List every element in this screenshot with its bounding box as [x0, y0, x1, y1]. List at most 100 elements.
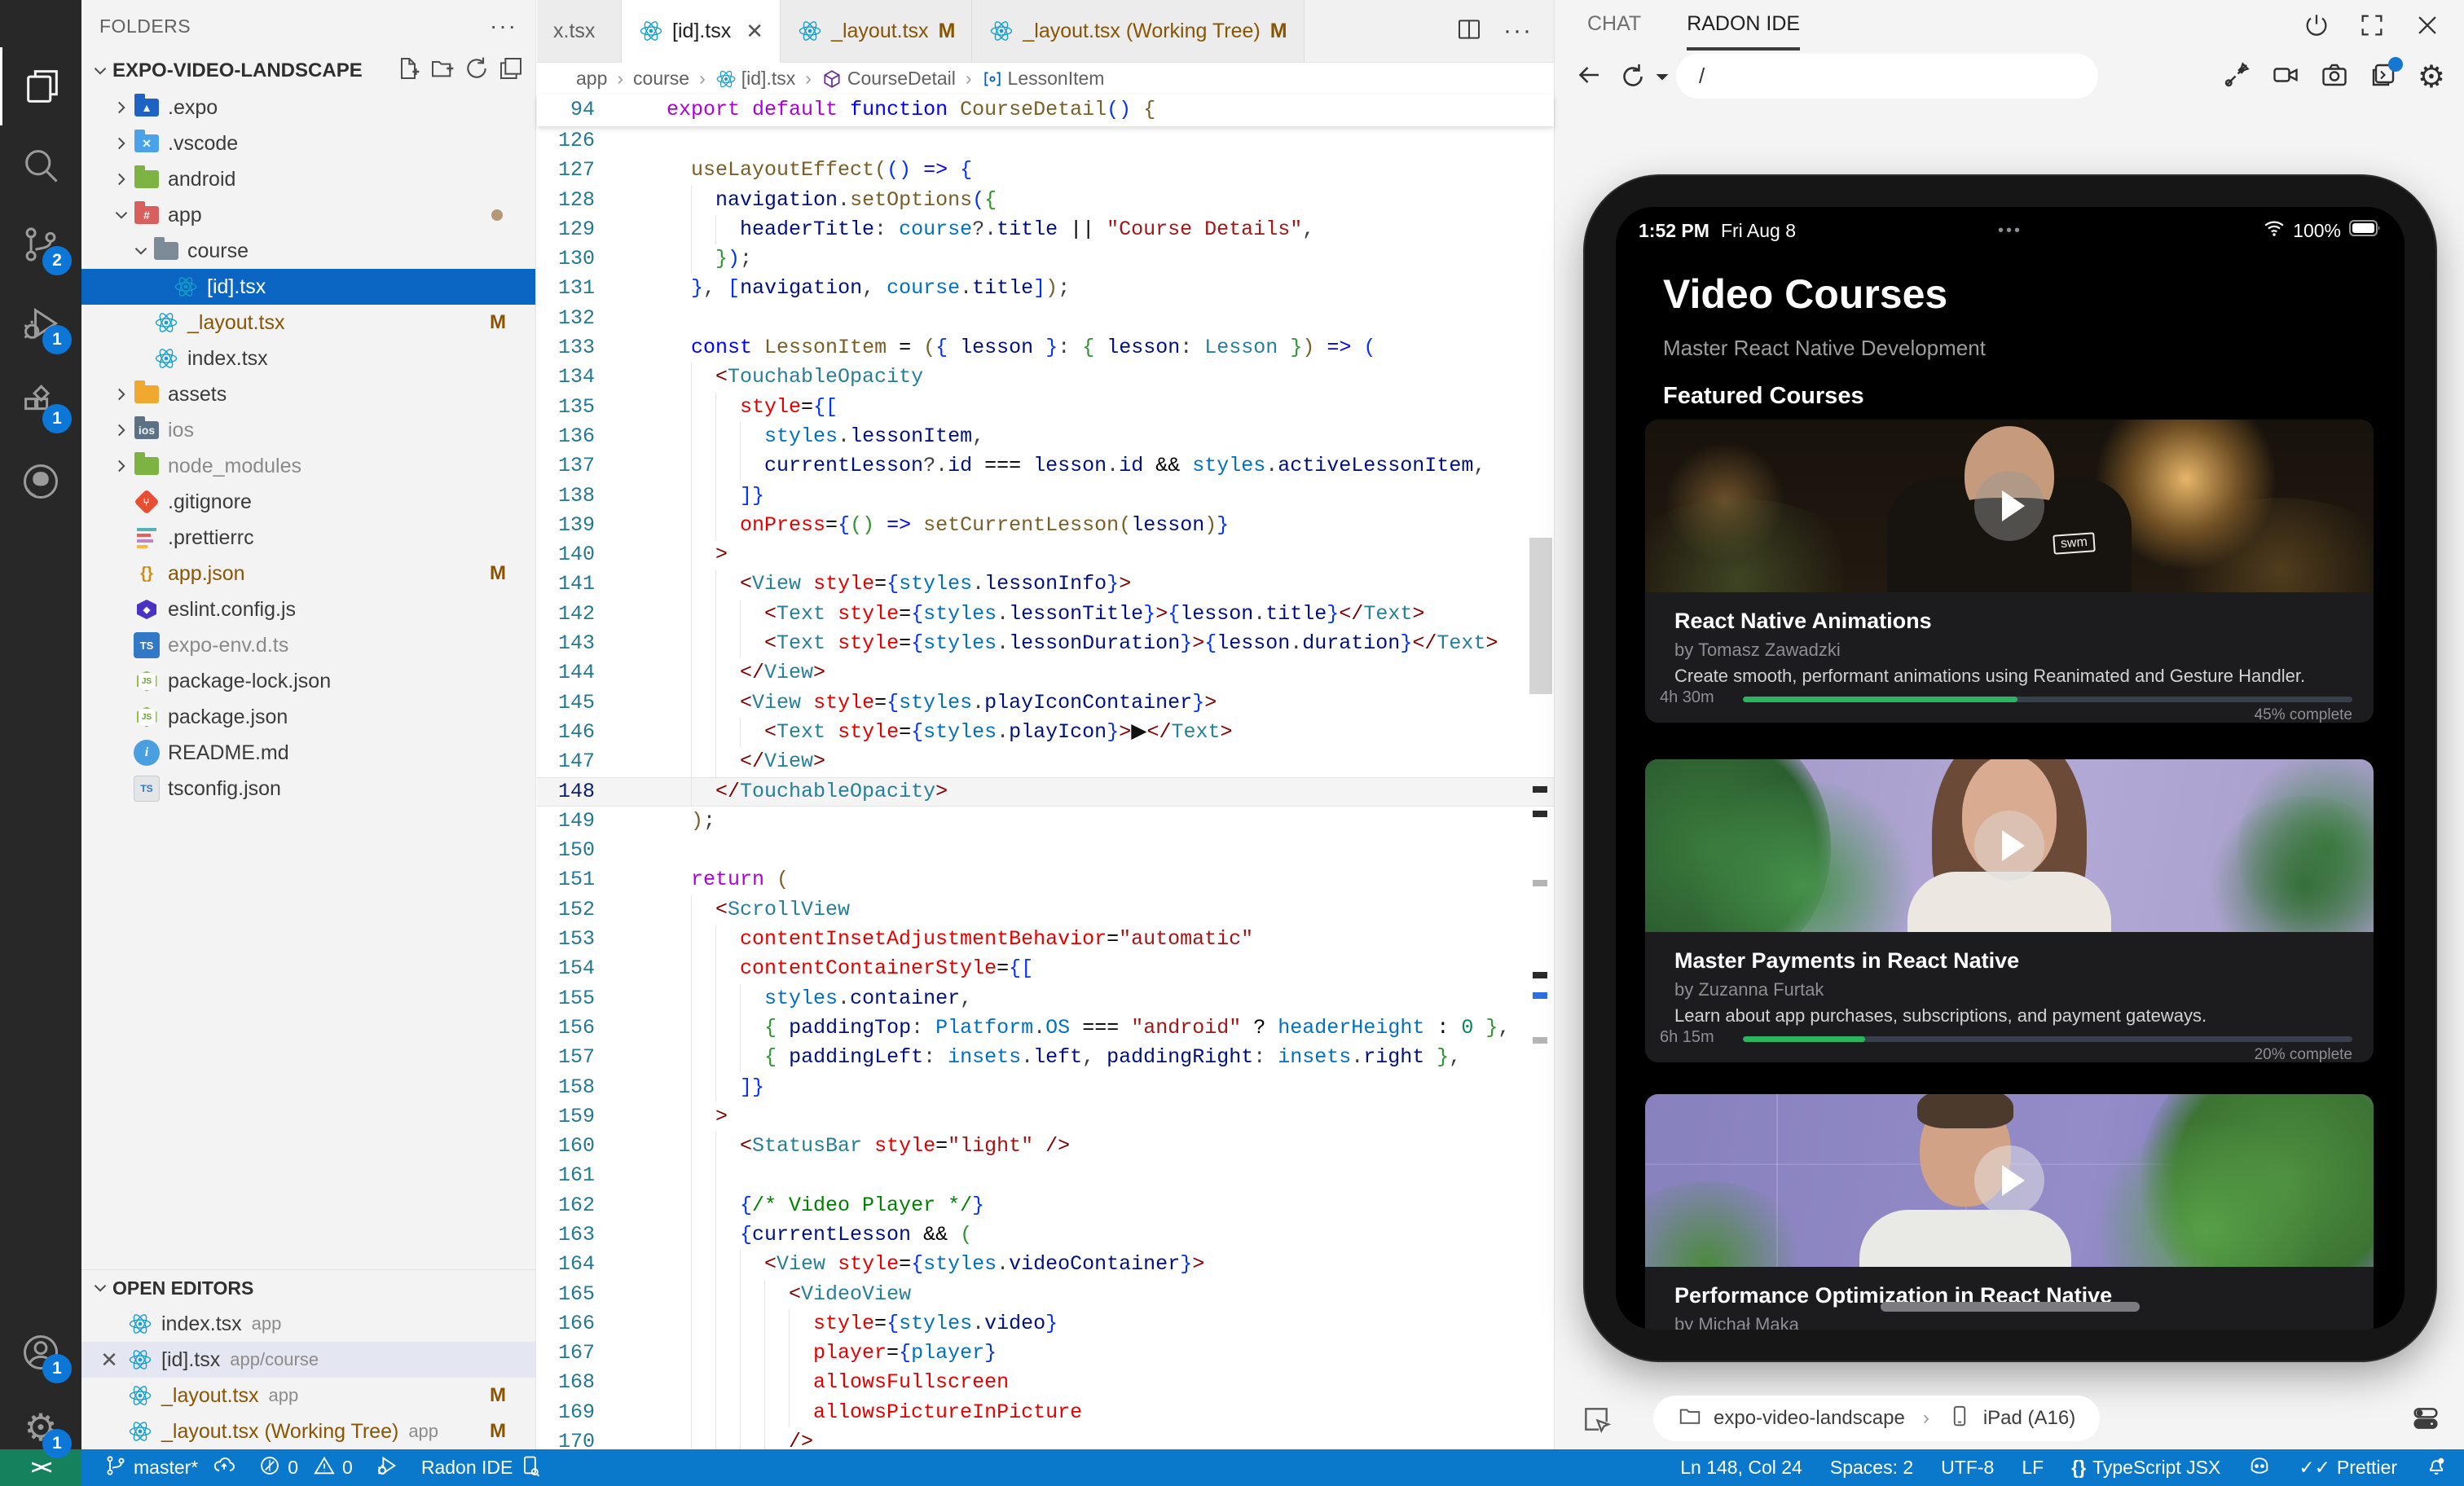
layout-toggle-icon[interactable]: [2409, 1402, 2442, 1439]
open-editor-index.tsx[interactable]: index.tsxapp: [81, 1306, 535, 1342]
tree-item-.prettierrc[interactable]: .prettierrc: [81, 520, 535, 556]
project-root-row[interactable]: EXPO-VIDEO-LANDSCAPE: [81, 52, 535, 90]
code-line-166[interactable]: 166 style={styles.video}: [537, 1309, 1554, 1339]
inspect-element-icon[interactable]: [1581, 1404, 1612, 1439]
tree-item-course[interactable]: course: [81, 233, 535, 269]
code-line-130[interactable]: 130 });: [537, 244, 1554, 274]
play-overlay-icon[interactable]: [1974, 471, 2044, 541]
language-mode[interactable]: {}TypeScript JSX: [2071, 1457, 2220, 1479]
panel-tab-CHAT[interactable]: CHAT: [1587, 0, 1641, 51]
record-video-icon[interactable]: [2271, 60, 2300, 94]
code-line-138[interactable]: 138 ]}: [537, 481, 1554, 511]
tree-item-.gitignore[interactable]: ⑂.gitignore: [81, 484, 535, 520]
open-editor-[id].tsx[interactable]: ✕[id].tsxapp/course: [81, 1342, 535, 1378]
debug-console-icon[interactable]: [2369, 60, 2398, 94]
code-line-156[interactable]: 156 { paddingTop: Platform.OS === "andro…: [537, 1013, 1554, 1043]
home-indicator[interactable]: [1881, 1302, 2140, 1312]
tree-item-android[interactable]: android: [81, 161, 535, 197]
collapse-folders-icon[interactable]: [498, 55, 524, 87]
open-editor-_layout.tsx (Working Tree)[interactable]: _layout.tsx (Working Tree)appM: [81, 1413, 535, 1449]
code-line-168[interactable]: 168 allowsFullscreen: [537, 1368, 1554, 1397]
breadcrumb-LessonItem[interactable]: LessonItem: [982, 68, 1105, 90]
editor-scrollbar[interactable]: [1529, 126, 1552, 1449]
open-editors-header-row[interactable]: OPEN EDITORS: [81, 1270, 535, 1306]
activity-explorer[interactable]: [0, 47, 81, 125]
play-overlay-icon[interactable]: [1974, 1145, 2044, 1216]
panel-tab-RADON IDE[interactable]: RADON IDE: [1687, 0, 1800, 51]
notifications-bell[interactable]: [2425, 1454, 2448, 1482]
sticky-scroll-line[interactable]: 94export default function CourseDetail()…: [537, 95, 1554, 126]
course-card[interactable]: swm React Native Animationsby Tomasz Zaw…: [1645, 420, 2374, 723]
tree-item-package-lock.json[interactable]: JSpackage-lock.json: [81, 663, 535, 699]
code-line-161[interactable]: 161: [537, 1161, 1554, 1190]
code-line-126[interactable]: 126: [537, 126, 1554, 156]
new-folder-icon[interactable]: [429, 55, 455, 87]
tree-item-expo-env.d.ts[interactable]: TSexpo-env.d.ts: [81, 627, 535, 663]
course-card[interactable]: Performance Optimization in React Native…: [1645, 1094, 2374, 1330]
code-line-170[interactable]: 170 />: [537, 1427, 1554, 1449]
code-line-140[interactable]: 140 >: [537, 540, 1554, 569]
code-line-127[interactable]: 127 useLayoutEffect(() => {: [537, 156, 1554, 185]
breadcrumb-CourseDetail[interactable]: CourseDetail: [821, 68, 956, 90]
code-line-132[interactable]: 132: [537, 304, 1554, 333]
code-line-159[interactable]: 159 >: [537, 1102, 1554, 1132]
code-line-154[interactable]: 154 contentContainerStyle={[: [537, 954, 1554, 983]
code-line-143[interactable]: 143 <Text style={styles.lessonDuration}>…: [537, 629, 1554, 658]
device-screen[interactable]: 1:52 PM Fri Aug 8 ••• 100% Video Courses…: [1616, 207, 2405, 1330]
code-line-145[interactable]: 145 <View style={styles.playIconContaine…: [537, 688, 1554, 718]
code-line-142[interactable]: 142 <Text style={styles.lessonTitle}>{le…: [537, 600, 1554, 629]
code-line-165[interactable]: 165 <VideoView: [537, 1280, 1554, 1309]
code-line-141[interactable]: 141 <View style={styles.lessonInfo}>: [537, 569, 1554, 599]
views-ellipsis-icon[interactable]: ···: [490, 13, 517, 39]
code-line-155[interactable]: 155 styles.container,: [537, 984, 1554, 1013]
tab-_layout.tsx[interactable]: _layout.tsxM: [781, 0, 972, 62]
code-line-137[interactable]: 137 currentLesson?.id === lesson.id && s…: [537, 451, 1554, 481]
activity-run-debug[interactable]: 1: [0, 284, 81, 363]
code-line-151[interactable]: 151 return (: [537, 865, 1554, 895]
play-overlay-icon[interactable]: [1974, 811, 2044, 881]
eol[interactable]: LF: [2022, 1457, 2044, 1479]
tree-item-app[interactable]: #app: [81, 197, 535, 233]
code-line-150[interactable]: 150: [537, 836, 1554, 865]
cursor-position[interactable]: Ln 148, Col 24: [1680, 1457, 1802, 1479]
code-line-128[interactable]: 128 navigation.setOptions({: [537, 186, 1554, 215]
code-line-160[interactable]: 160 <StatusBar style="light" />: [537, 1132, 1554, 1161]
tree-item-[id].tsx[interactable]: [id].tsx: [81, 269, 535, 305]
scrollbar-thumb[interactable]: [1529, 538, 1552, 694]
split-editor-icon[interactable]: [1456, 16, 1482, 46]
tree-item-index.tsx[interactable]: index.tsx: [81, 341, 535, 376]
code-line-139[interactable]: 139 onPress={() => setCurrentLesson(less…: [537, 511, 1554, 540]
tree-item-README.md[interactable]: iREADME.md: [81, 735, 535, 771]
tree-item-.vscode[interactable]: ✕.vscode: [81, 125, 535, 161]
tree-item-node_modules[interactable]: node_modules: [81, 448, 535, 484]
code-line-146[interactable]: 146 <Text style={styles.playIcon}>▶</Tex…: [537, 718, 1554, 747]
code-line-144[interactable]: 144 </View>: [537, 658, 1554, 688]
code-line-153[interactable]: 153 contentInsetAdjustmentBehavior="auto…: [537, 925, 1554, 954]
code-line-149[interactable]: 149 );: [537, 807, 1554, 836]
breadcrumb-app[interactable]: app: [576, 68, 607, 90]
tree-item-ios[interactable]: iosios: [81, 412, 535, 448]
tab-_layout.tsx (Working Tree)[interactable]: _layout.tsx (Working Tree)M: [972, 0, 1304, 62]
code-line-134[interactable]: 134 <TouchableOpacity: [537, 363, 1554, 392]
activity-settings[interactable]: ⚙1: [0, 1388, 81, 1466]
code-line-158[interactable]: 158 ]}: [537, 1073, 1554, 1102]
code-line-135[interactable]: 135 style={[: [537, 393, 1554, 422]
formatter-item[interactable]: ✓✓Prettier: [2299, 1457, 2397, 1479]
code-line-136[interactable]: 136 styles.lessonItem,: [537, 422, 1554, 451]
course-card[interactable]: Master Payments in React Nativeby Zuzann…: [1645, 759, 2374, 1062]
tree-item-package.json[interactable]: JSpackage.json: [81, 699, 535, 735]
code-line-133[interactable]: 133 const LessonItem = ({ lesson }: { le…: [537, 333, 1554, 363]
code-area[interactable]: 126127 useLayoutEffect(() => {128 naviga…: [537, 126, 1554, 1449]
settings-icon[interactable]: ⚙: [2418, 62, 2445, 91]
code-line-147[interactable]: 147 </View>: [537, 747, 1554, 776]
code-line-157[interactable]: 157 { paddingLeft: insets.left, paddingR…: [537, 1043, 1554, 1072]
code-line-164[interactable]: 164 <View style={styles.videoContainer}>: [537, 1250, 1554, 1279]
tree-item-.expo[interactable]: ▲.expo: [81, 90, 535, 125]
radon-ide-status-item[interactable]: Radon IDE: [421, 1454, 543, 1482]
code-line-162[interactable]: 162 {/* Video Player */}: [537, 1191, 1554, 1220]
copilot-item[interactable]: [2248, 1454, 2271, 1482]
tree-item-_layout.tsx[interactable]: _layout.tsxM: [81, 305, 535, 341]
code-line-148[interactable]: 148 </TouchableOpacity>: [537, 777, 1554, 807]
debug-item[interactable]: [376, 1454, 398, 1482]
tab-x.tsx[interactable]: x.tsx: [537, 0, 622, 62]
